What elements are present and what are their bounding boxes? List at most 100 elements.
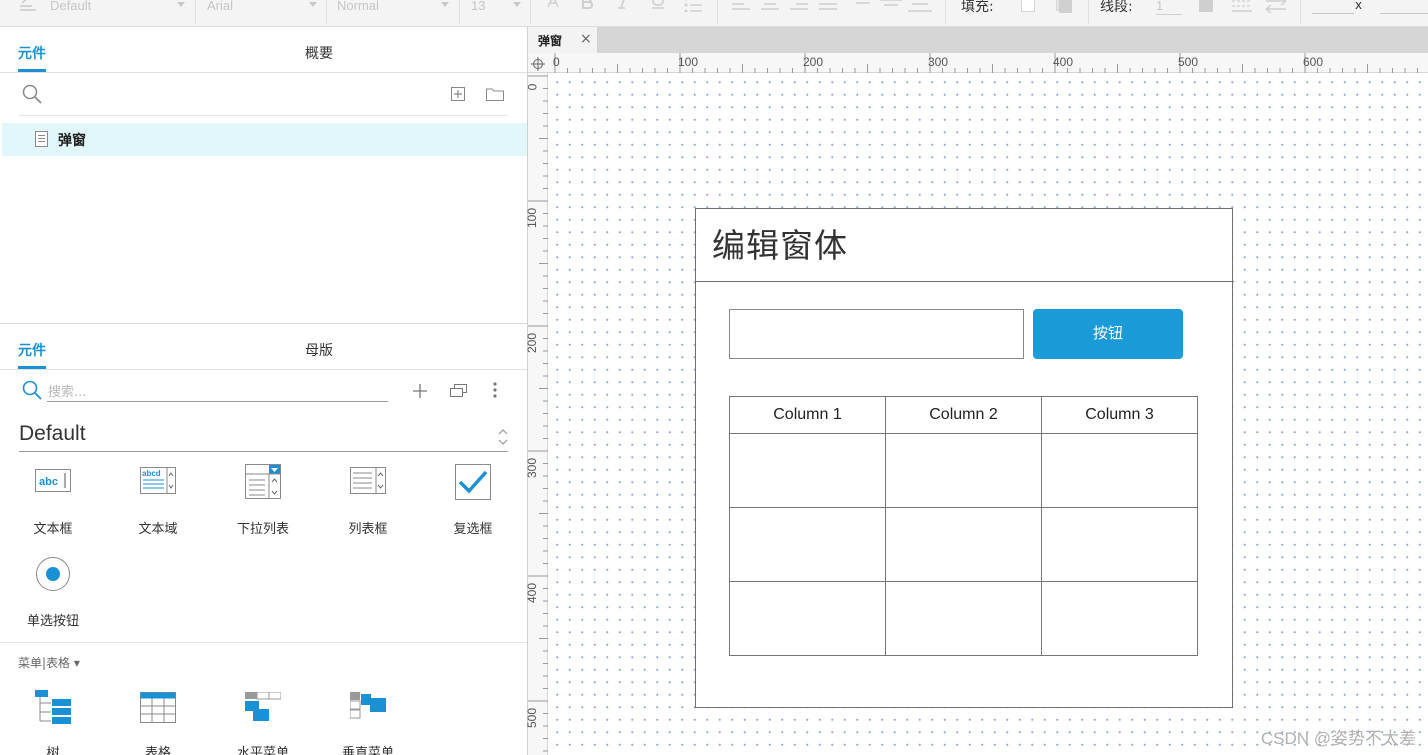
widget-label: 垂直菜单 [341,746,394,755]
table-cell[interactable] [1041,507,1198,582]
more-options-icon[interactable] [492,382,498,402]
ruler-label: 400 [1053,55,1074,69]
tree-icon [35,690,71,730]
library-search-input[interactable]: 搜索... [48,381,86,400]
checkbox-icon [455,464,491,504]
search-icon [22,380,42,404]
style-edit-icon[interactable] [18,0,38,16]
italic-icon[interactable] [616,0,630,13]
section-divider [0,642,527,643]
valign-middle-icon[interactable] [880,0,902,16]
widget-horizontal-menu[interactable]: 水平菜单 [218,688,308,755]
style-select[interactable]: Default [50,0,185,18]
font-weight-value: Normal [337,0,379,13]
library-windows-icon[interactable] [450,383,468,402]
dialog-button[interactable]: 按钮 [1033,309,1183,359]
table-cell[interactable] [729,581,886,656]
widget-label: 表格 [144,746,171,755]
add-library-icon[interactable] [413,383,427,402]
widget-text-area[interactable]: abcd 文本域 [113,464,203,537]
stroke-width-input[interactable]: 1 [1156,0,1182,15]
ruler-label: 300 [525,457,540,479]
dialog-table[interactable]: Column 1 Column 2 Column 3 [729,396,1198,656]
underline-icon[interactable] [650,0,666,14]
ruler-label: 200 [525,332,540,354]
valign-top-icon[interactable] [852,0,874,16]
tab-widgets[interactable]: 元件 [18,342,46,369]
valign-bottom-icon[interactable] [908,0,932,18]
dialog-title: 编辑窗体 [712,226,848,265]
search-icon[interactable] [22,84,42,108]
search-divider [19,115,508,116]
dialog-text-input[interactable] [729,309,1024,359]
ruler-label: 500 [525,707,540,729]
bold-icon[interactable] [580,0,594,13]
align-right-icon[interactable] [790,0,808,15]
table-cell[interactable] [729,507,886,582]
vertical-ruler: 0 100 200 300 400 500 [525,73,548,755]
arrow-style-icon[interactable] [1264,0,1288,17]
y-position-input[interactable] [1380,13,1428,14]
widget-text-box[interactable]: abc 文本框 [8,464,98,537]
vertical-menu-icon [349,692,386,728]
table-cell[interactable] [885,581,1042,656]
widget-label: 复选框 [453,522,493,537]
section-menu-table[interactable]: 菜单|表格 ▾ [18,654,80,671]
document-tab[interactable]: 弹窗 × [528,27,598,53]
edit-dialog-widget[interactable]: 编辑窗体 按钮 Column 1 Column 2 Column 3 [695,208,1234,708]
stroke-color-icon[interactable] [1199,0,1213,16]
align-left-icon[interactable] [732,0,750,15]
widget-table[interactable]: 表格 [113,688,203,755]
tab-masters[interactable]: 母版 [305,342,333,360]
bullet-list-icon[interactable] [683,0,703,16]
toolbar-divider [530,0,531,24]
x-position-input[interactable] [1312,13,1354,14]
table-cell[interactable] [885,507,1042,582]
tab-widgets-outline[interactable]: 元件 [18,45,46,72]
canvas-grid[interactable]: 编辑窗体 按钮 Column 1 Column 2 Column 3 [549,74,1428,755]
ruler-label: 0 [525,83,540,91]
page-item[interactable]: 弹窗 [2,123,527,156]
table-header-cell[interactable]: Column 1 [729,396,886,434]
align-center-icon[interactable] [761,0,779,15]
widget-radio-button[interactable]: 单选按钮 [8,556,98,629]
fill-shadow-icon[interactable] [1055,0,1072,17]
widget-list-box[interactable]: 列表框 [323,464,413,537]
widget-tree[interactable]: 树 [8,688,98,755]
font-weight-select[interactable]: Normal [337,0,449,18]
toolbar-divider [326,0,327,24]
text-area-icon: abcd [140,467,176,499]
search-input-underline [47,401,388,402]
page-icon [35,131,48,147]
table-header-cell[interactable]: Column 2 [885,396,1042,434]
font-color-icon[interactable] [546,0,560,13]
widget-dropdown-list[interactable]: 下拉列表 [218,464,308,537]
dropdown-list-icon [245,464,281,504]
align-justify-icon[interactable] [819,0,837,15]
table-header-row: Column 1 Column 2 Column 3 [729,396,1198,434]
ruler-label: 400 [525,582,540,604]
library-select-chevron-icon[interactable] [497,427,509,451]
add-folder-icon[interactable] [486,86,504,105]
fill-color-swatch[interactable] [1021,0,1035,12]
stroke-label: 线段: [1100,0,1133,15]
widget-checkbox[interactable]: 复选框 [428,464,518,537]
widget-vertical-menu[interactable]: 垂直菜单 [323,688,413,755]
tab-outline[interactable]: 概要 [305,45,333,63]
font-size-select[interactable]: 13 [471,0,521,18]
widget-label: 文本域 [138,522,178,537]
stroke-pattern-icon[interactable] [1232,0,1252,17]
toolbar-divider [717,0,718,24]
font-family-select[interactable]: Arial [207,0,317,18]
table-cell[interactable] [1041,581,1198,656]
horizontal-ruler: 0 100 200 300 400 500 600 [528,53,1428,73]
left-sidebar: 元件 概要 弹窗 元件 母版 搜索... Default abc 文本框 abc… [0,27,528,755]
table-header-cell[interactable]: Column 3 [1041,396,1198,434]
add-page-icon[interactable] [451,86,465,105]
table-cell[interactable] [885,433,1042,508]
table-cell[interactable] [1041,433,1198,508]
text-box-icon: abc [35,469,71,497]
library-select[interactable]: Default [19,422,86,446]
close-icon[interactable]: × [580,31,592,47]
table-cell[interactable] [729,433,886,508]
